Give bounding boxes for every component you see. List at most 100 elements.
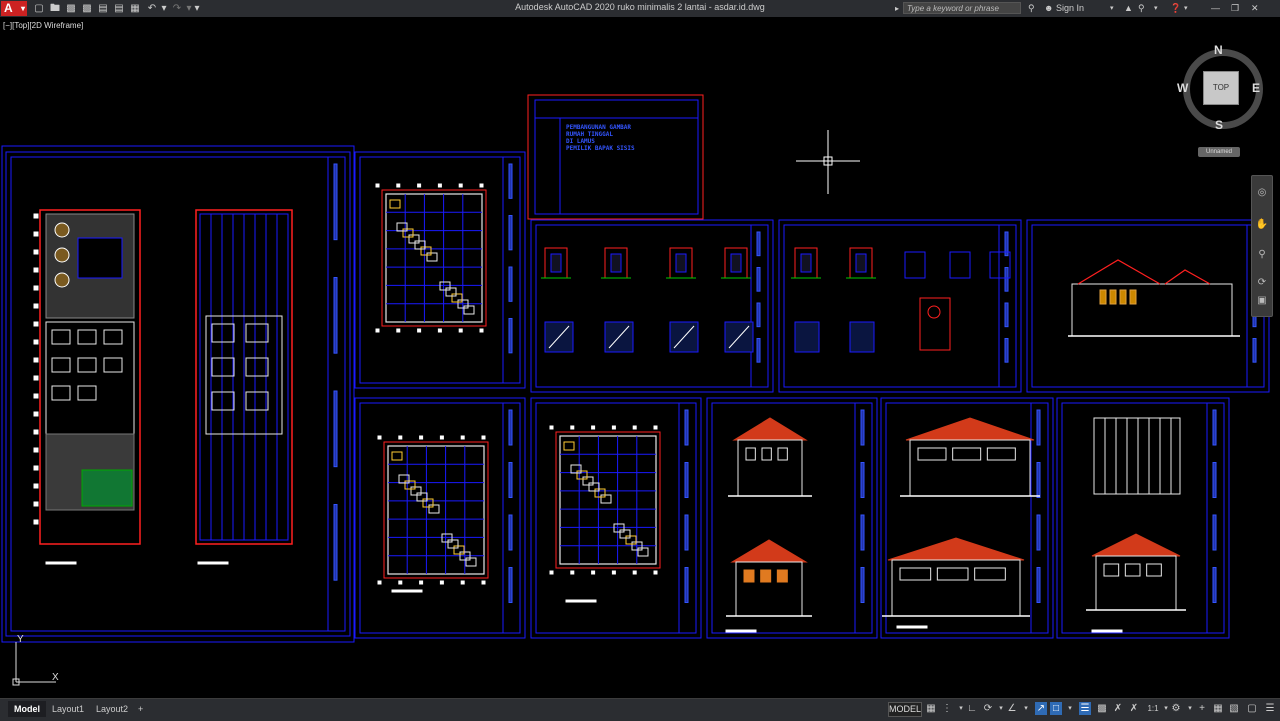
compass-west[interactable]: W <box>1177 81 1188 95</box>
annotation-scale[interactable]: 1:1 <box>1146 702 1160 715</box>
open-icon[interactable]: 🖿 <box>49 2 61 15</box>
steering-wheel-icon[interactable]: ◎ <box>1255 186 1269 200</box>
quick-properties-icon[interactable]: ▧ <box>1228 702 1240 715</box>
viewport-controls[interactable]: [−][Top][2D Wireframe] <box>3 21 83 30</box>
osnap-dropdown-icon[interactable]: ▾ <box>1064 702 1076 715</box>
section-window <box>1129 289 1137 305</box>
dimension-dot <box>419 435 424 440</box>
close-icon[interactable]: ✕ <box>1251 2 1259 15</box>
user-icon[interactable]: ☻ <box>1044 2 1053 15</box>
maximize-icon[interactable]: ❐ <box>1231 2 1239 15</box>
snap-icon[interactable]: ⋮ <box>941 702 953 715</box>
title-strip-text <box>508 318 513 354</box>
undo-icon[interactable]: ↶ <box>145 2 159 15</box>
navigation-bar[interactable]: ◎ ✋ ⚲ ⟳ ▣ <box>1251 175 1273 317</box>
print-icon[interactable]: ▤ <box>97 2 109 15</box>
sign-in-dropdown-icon[interactable]: ▾ <box>1110 2 1114 15</box>
tank-circle <box>927 305 941 319</box>
application-menu-button[interactable]: A <box>1 1 27 16</box>
dimension-dot <box>396 328 401 333</box>
site-plan-house <box>45 321 135 435</box>
search-icon[interactable]: ⚲ <box>1028 2 1035 15</box>
title-line: PEMBANGUNAN GAMBAR <box>566 124 632 131</box>
showmotion-icon[interactable]: ▣ <box>1255 294 1269 308</box>
title-strip-text <box>860 514 865 551</box>
add-layout-button[interactable]: + <box>132 701 149 717</box>
detail-core <box>730 253 742 273</box>
side-elevation-window <box>917 447 947 461</box>
customization-icon[interactable]: ☰ <box>1264 702 1276 715</box>
crosshair-cursor <box>796 130 860 194</box>
tab-layout2[interactable]: Layout2 <box>90 701 134 717</box>
viewcube-top-face[interactable]: TOP <box>1203 71 1239 105</box>
ucs-menu[interactable]: Unnamed <box>1198 147 1240 157</box>
chevron-right-icon[interactable]: ▸ <box>895 2 899 15</box>
isodraft-dropdown-icon[interactable]: ▾ <box>1020 702 1032 715</box>
help-dropdown-icon[interactable]: ▾ <box>1184 2 1188 15</box>
units-icon[interactable]: ▦ <box>1212 702 1224 715</box>
title-strip-text <box>1036 567 1041 603</box>
transparency-icon[interactable]: ▩ <box>1096 702 1108 715</box>
compass-north[interactable]: N <box>1214 43 1223 57</box>
autoscale-icon[interactable]: ✗ <box>1128 702 1140 715</box>
section-roof-2 <box>1164 269 1211 285</box>
plan-furniture <box>391 451 403 461</box>
title-strip-text <box>684 462 689 498</box>
annotation-monitor-icon[interactable]: + <box>1196 702 1208 715</box>
dimension-dot <box>398 435 403 440</box>
save-as-icon[interactable]: ▩ <box>81 2 93 15</box>
tree-icon <box>54 247 70 263</box>
customize-icon[interactable]: ▾ <box>193 2 201 15</box>
scale-label <box>896 625 928 629</box>
model-space-toggle[interactable]: MODEL <box>888 702 922 717</box>
save-icon[interactable]: ▩ <box>65 2 77 15</box>
osnap-icon[interactable]: □ <box>1050 702 1062 715</box>
plan-furniture <box>588 482 600 492</box>
exchange-icon[interactable]: ▲ <box>1124 2 1133 15</box>
redo-icon[interactable]: ↷ <box>170 2 184 15</box>
viewcube[interactable]: TOP N S E W <box>1177 43 1263 132</box>
dimension-dot <box>33 321 39 327</box>
grid-icon[interactable]: ▦ <box>925 702 937 715</box>
annotation-visibility-icon[interactable]: ✗ <box>1112 702 1124 715</box>
zoom-icon[interactable]: ⚲ <box>1255 248 1269 262</box>
publish-icon[interactable]: ▦ <box>129 2 141 15</box>
lineweight-icon[interactable]: ☰ <box>1079 702 1091 715</box>
dimension-dot <box>653 425 658 430</box>
undo-dropdown-icon[interactable]: ▾ <box>160 2 168 15</box>
workspace-dropdown-icon[interactable]: ▾ <box>1184 702 1196 715</box>
tab-layout1[interactable]: Layout1 <box>46 701 90 717</box>
ortho-icon[interactable]: ∟ <box>966 702 978 715</box>
detail-box <box>794 321 820 353</box>
orbit-icon[interactable]: ⟳ <box>1255 276 1269 290</box>
sign-in-link[interactable]: Sign In <box>1056 2 1084 15</box>
tab-model[interactable]: Model <box>8 701 46 717</box>
connect-icon[interactable]: ⚲ <box>1138 2 1145 15</box>
pan-icon[interactable]: ✋ <box>1255 218 1269 232</box>
scale-label <box>45 561 77 565</box>
room <box>245 323 269 343</box>
plot-icon[interactable]: ▤ <box>113 2 125 15</box>
isodraft-icon[interactable]: ∠ <box>1006 702 1018 715</box>
dimension-dot <box>33 375 39 381</box>
dimension-dot <box>479 328 484 333</box>
dimension-dot <box>570 425 575 430</box>
compass-south[interactable]: S <box>1215 118 1223 132</box>
title-strip-text <box>756 338 761 363</box>
compass-east[interactable]: E <box>1252 81 1260 95</box>
new-icon[interactable]: ▢ <box>33 2 45 15</box>
side-elevation-2-window <box>936 567 969 581</box>
search-input[interactable]: Type a keyword or phrase <box>903 2 1021 14</box>
help-icon[interactable]: ❓ <box>1170 2 1181 15</box>
room <box>51 385 71 401</box>
workspace-icon[interactable]: ⚙ <box>1170 702 1182 715</box>
rear-elevation-window <box>743 569 755 583</box>
polar-icon[interactable]: ⟳ <box>982 702 994 715</box>
drawing-canvas[interactable] <box>0 0 1280 720</box>
connect-dropdown-icon[interactable]: ▾ <box>1154 2 1158 15</box>
osnap-tracking-icon[interactable]: ↗ <box>1035 702 1047 715</box>
minimize-icon[interactable]: — <box>1211 2 1220 15</box>
title-strip-text <box>1004 338 1009 363</box>
redo-dropdown-icon[interactable]: ▾ <box>185 2 193 15</box>
clean-screen-icon[interactable]: ▢ <box>1246 702 1258 715</box>
